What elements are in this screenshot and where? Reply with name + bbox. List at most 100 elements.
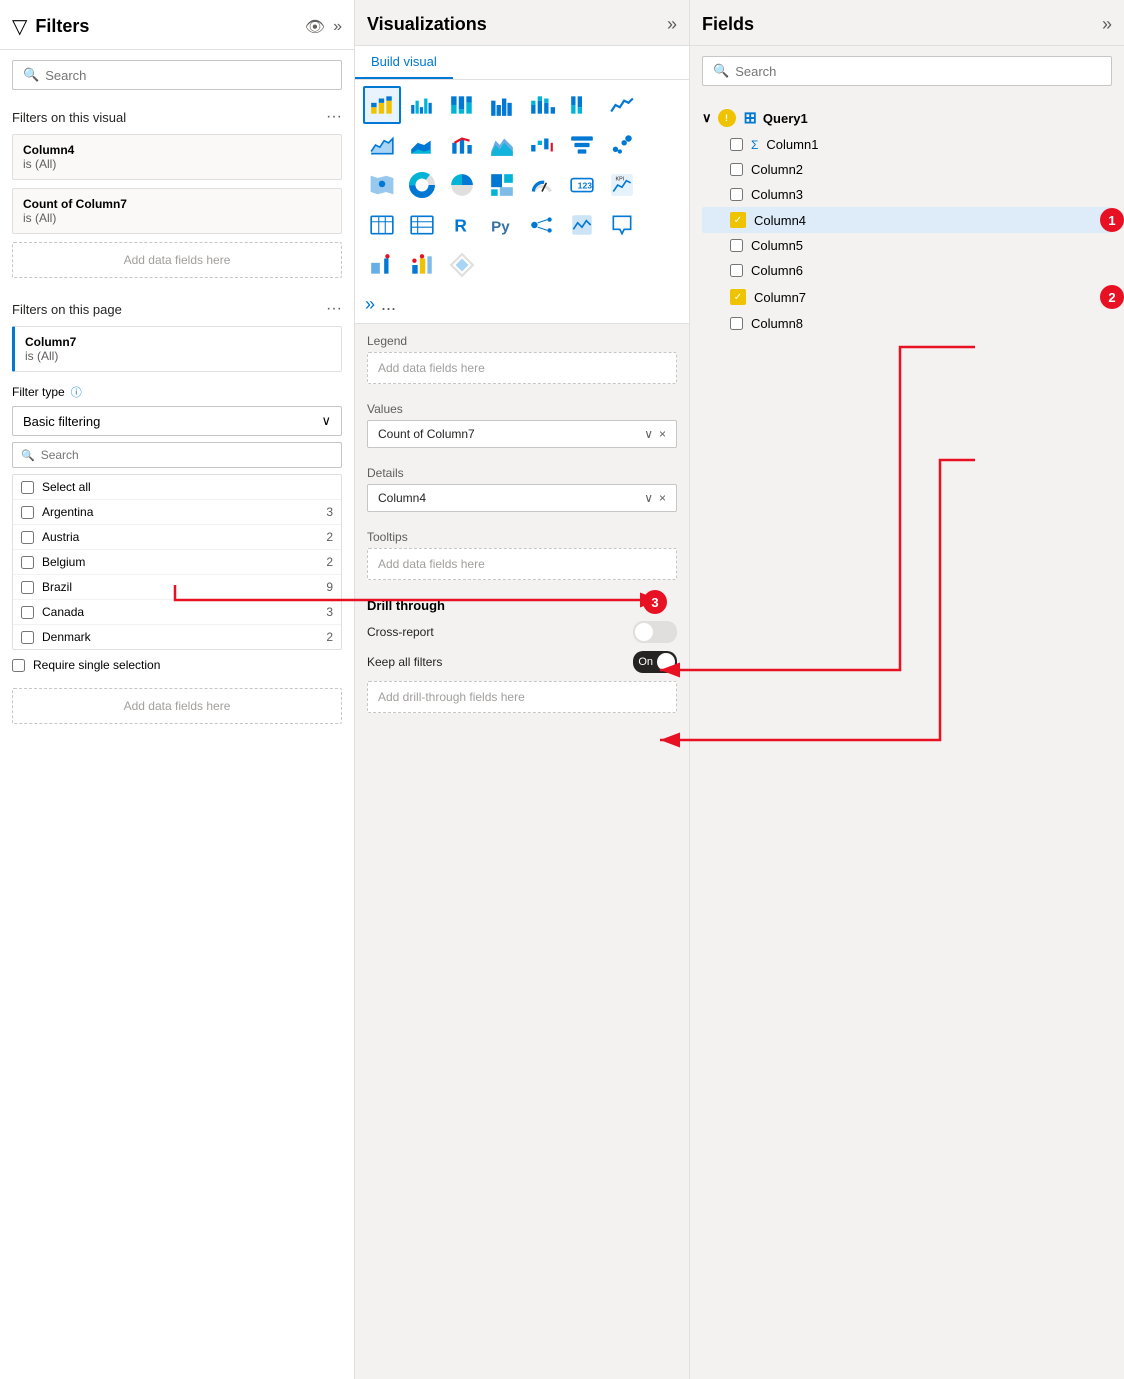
filters-visual-more-icon[interactable]: ··· — [326, 108, 342, 126]
filter-inner-search-input[interactable] — [41, 448, 333, 462]
viz-icon-custom3[interactable] — [363, 246, 401, 284]
filters-search-input[interactable] — [45, 68, 331, 83]
viz-icon-pie[interactable] — [443, 166, 481, 204]
viz-icon-stacked-area[interactable] — [403, 126, 441, 164]
tab-build-visual[interactable]: Build visual — [355, 46, 453, 79]
viz-values-expand-icon[interactable]: ∨ — [644, 427, 653, 441]
filter-select-all[interactable]: Select all — [13, 475, 341, 500]
filters-search-box[interactable]: 🔍 — [12, 60, 342, 90]
viz-icon-treemap[interactable] — [483, 166, 521, 204]
canada-checkbox[interactable] — [21, 606, 34, 619]
filter-card-column7-count[interactable]: Count of Column7 is (All) — [12, 188, 342, 234]
viz-icon-card[interactable]: 123 — [563, 166, 601, 204]
denmark-checkbox[interactable] — [21, 631, 34, 644]
viz-icon-100-stacked-col[interactable] — [563, 86, 601, 124]
viz-icon-line-clustered[interactable] — [443, 126, 481, 164]
field-column2[interactable]: Column2 — [702, 157, 1112, 182]
viz-icon-stacked-bar[interactable] — [363, 86, 401, 124]
field-column4[interactable]: ✓ Column4 1 — [702, 207, 1112, 233]
filters-on-visual-section: Filters on this visual ··· — [0, 100, 354, 130]
viz-icon-map[interactable] — [363, 166, 401, 204]
fields-search-box[interactable]: 🔍 — [702, 56, 1112, 86]
column5-checkbox[interactable] — [730, 239, 743, 252]
filter-card-column4[interactable]: Column4 is (All) — [12, 134, 342, 180]
filter-inner-search[interactable]: 🔍 — [12, 442, 342, 468]
viz-icon-table-visual[interactable] — [363, 206, 401, 244]
viz-icon-donut[interactable] — [403, 166, 441, 204]
viz-icon-diamond[interactable] — [443, 246, 481, 284]
viz-details-field[interactable]: Column4 ∨ × — [367, 484, 677, 512]
column6-checkbox[interactable] — [730, 264, 743, 277]
viz-icon-waterfall[interactable] — [523, 126, 561, 164]
viz-expand-icon[interactable]: » — [365, 294, 375, 315]
viz-icon-decomp-tree[interactable] — [523, 206, 561, 244]
filters-on-page-label: Filters on this page — [12, 302, 122, 317]
field-column5[interactable]: Column5 — [702, 233, 1112, 258]
field-column1[interactable]: Σ Column1 — [702, 132, 1112, 157]
filter-item-canada[interactable]: Canada 3 — [13, 600, 341, 625]
viz-tooltips-drop[interactable]: Add data fields here — [367, 548, 677, 580]
viz-icon-100-stacked-bar[interactable] — [443, 86, 481, 124]
filter-type-dropdown[interactable]: Basic filtering ∨ — [12, 406, 342, 436]
filter-item-belgium[interactable]: Belgium 2 — [13, 550, 341, 575]
filters-page-more-icon[interactable]: ··· — [326, 300, 342, 318]
cross-report-toggle[interactable] — [633, 621, 677, 643]
column8-checkbox[interactable] — [730, 317, 743, 330]
viz-icon-speech[interactable] — [603, 206, 641, 244]
require-single-checkbox[interactable] — [12, 659, 25, 672]
keep-filters-toggle[interactable]: On — [633, 651, 677, 673]
viz-icon-clustered-bar[interactable] — [403, 86, 441, 124]
column7-checkbox-checked[interactable]: ✓ — [730, 289, 746, 305]
viz-icon-custom4[interactable] — [403, 246, 441, 284]
brazil-checkbox[interactable] — [21, 581, 34, 594]
query1-header[interactable]: ∨ ! ⊞ Query1 — [702, 104, 1112, 132]
argentina-checkbox[interactable] — [21, 506, 34, 519]
column4-checkbox-checked[interactable]: ✓ — [730, 212, 746, 228]
collapse-viz-icon[interactable]: » — [667, 14, 677, 35]
viz-icon-matrix[interactable] — [403, 206, 441, 244]
filter-card-column7[interactable]: Column7 is (All) — [12, 326, 342, 372]
viz-legend-drop[interactable]: Add data fields here — [367, 352, 677, 384]
field-column3[interactable]: Column3 — [702, 182, 1112, 207]
viz-values-remove-icon[interactable]: × — [659, 427, 666, 441]
field-column7[interactable]: ✓ Column7 ··· 2 — [702, 283, 1112, 311]
filter-item-brazil[interactable]: Brazil 9 — [13, 575, 341, 600]
austria-checkbox[interactable] — [21, 531, 34, 544]
viz-icon-scatter[interactable] — [603, 126, 641, 164]
viz-icon-ribbon[interactable] — [483, 126, 521, 164]
viz-more-row: » ... — [355, 290, 689, 324]
add-fields-visual[interactable]: Add data fields here — [12, 242, 342, 278]
viz-more-label[interactable]: ... — [381, 294, 396, 315]
field-column6[interactable]: Column6 — [702, 258, 1112, 283]
column2-checkbox[interactable] — [730, 163, 743, 176]
collapse-filters-icon[interactable]: » — [333, 18, 342, 36]
viz-icon-kpi[interactable]: KPI — [603, 166, 641, 204]
viz-icon-funnel[interactable] — [563, 126, 601, 164]
drill-add-fields[interactable]: Add drill-through fields here — [367, 681, 677, 713]
select-all-checkbox[interactable] — [21, 481, 34, 494]
viz-values-label: Values — [367, 402, 677, 416]
field-column8[interactable]: Column8 — [702, 311, 1112, 336]
column1-checkbox[interactable] — [730, 138, 743, 151]
viz-details-expand-icon[interactable]: ∨ — [644, 491, 653, 505]
viz-icon-custom1[interactable] — [563, 206, 601, 244]
viz-values-field[interactable]: Count of Column7 ∨ × — [367, 420, 677, 448]
viz-icon-area[interactable] — [363, 126, 401, 164]
filter-item-denmark[interactable]: Denmark 2 — [13, 625, 341, 649]
viz-icon-gauge[interactable] — [523, 166, 561, 204]
filter-item-austria[interactable]: Austria 2 — [13, 525, 341, 550]
column3-checkbox[interactable] — [730, 188, 743, 201]
viz-icon-stacked-col[interactable] — [523, 86, 561, 124]
filter-item-argentina[interactable]: Argentina 3 — [13, 500, 341, 525]
viz-tabs: Build visual — [355, 46, 689, 80]
visibility-icon[interactable]: 👁 — [305, 17, 325, 37]
fields-search-input[interactable] — [735, 64, 1101, 79]
viz-icon-r-visual[interactable]: R — [443, 206, 481, 244]
viz-details-remove-icon[interactable]: × — [659, 491, 666, 505]
add-fields-page[interactable]: Add data fields here — [12, 688, 342, 724]
belgium-checkbox[interactable] — [21, 556, 34, 569]
viz-icon-line[interactable] — [603, 86, 641, 124]
viz-icon-python[interactable]: Py — [483, 206, 521, 244]
viz-icon-clustered-col[interactable] — [483, 86, 521, 124]
collapse-fields-icon[interactable]: » — [1102, 14, 1112, 35]
